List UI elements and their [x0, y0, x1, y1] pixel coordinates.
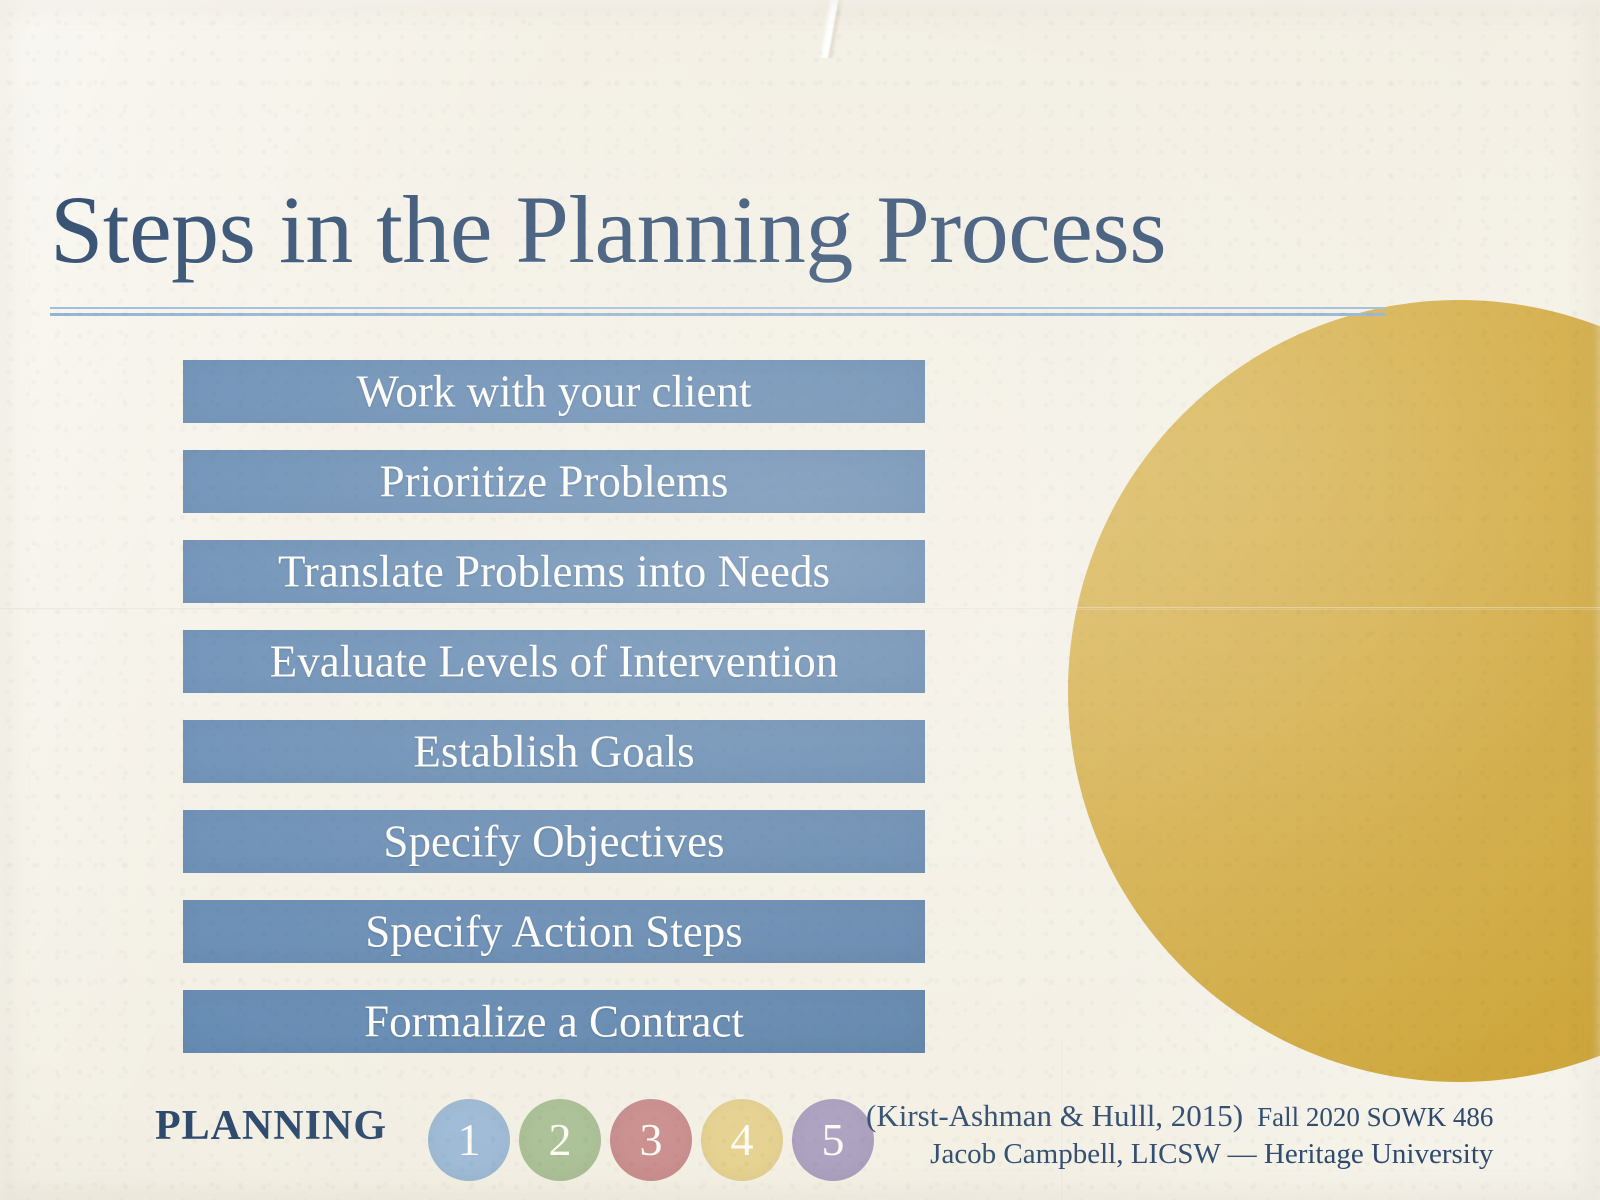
progress-dot-4: 4: [701, 1099, 783, 1181]
slide-canvas: Steps in the Planning Process Work with …: [0, 0, 1600, 1200]
gold-accent-circle: [1068, 300, 1600, 1082]
step-bar: Evaluate Levels of Intervention: [183, 630, 925, 693]
presenter-label: Jacob Campbell, LICSW — Heritage Univers…: [930, 1137, 1494, 1170]
progress-dot-number: 4: [730, 1114, 754, 1165]
progress-dot-2: 2: [519, 1099, 601, 1181]
step-bar: Work with your client: [183, 360, 925, 423]
course-label: Fall 2020 SOWK 486: [1257, 1102, 1494, 1132]
progress-dot-number: 5: [821, 1114, 845, 1165]
step-bar: Formalize a Contract: [183, 990, 925, 1053]
progress-dots: 1 2 3 4 5: [428, 1099, 874, 1181]
title-divider: [50, 307, 1386, 316]
planning-steps-list: Work with your client Prioritize Problem…: [183, 360, 925, 1080]
footer-brand-label: PLANNING: [155, 1103, 388, 1149]
divider-line-bottom: [50, 313, 1386, 316]
step-label: Specify Objectives: [383, 816, 725, 866]
step-bar: Prioritize Problems: [183, 450, 925, 513]
divider-line-top: [50, 307, 1386, 309]
step-bar: Translate Problems into Needs: [183, 540, 925, 603]
step-label: Specify Action Steps: [365, 906, 743, 956]
progress-dot-number: 1: [457, 1114, 481, 1165]
step-label: Evaluate Levels of Intervention: [269, 636, 839, 686]
step-label: Prioritize Problems: [379, 456, 729, 506]
step-label: Formalize a Contract: [364, 996, 744, 1046]
step-label: Establish Goals: [413, 726, 695, 776]
progress-dot-3: 3: [610, 1099, 692, 1181]
progress-dot-5: 5: [792, 1099, 874, 1181]
progress-dot-number: 2: [548, 1114, 572, 1165]
step-bar: Establish Goals: [183, 720, 925, 783]
progress-dot-number: 3: [639, 1114, 663, 1165]
footer-credit-top-row: (Kirst-Ashman & Hulll, 2015) Fall 2020 SO…: [866, 1098, 1493, 1135]
progress-dot-1: 1: [428, 1099, 510, 1181]
footer-credits: (Kirst-Ashman & Hulll, 2015) Fall 2020 SO…: [866, 1098, 1493, 1172]
step-bar: Specify Objectives: [183, 810, 925, 873]
page-title: Steps in the Planning Process: [50, 176, 1167, 284]
paper-tear-top: [806, 0, 858, 58]
step-label: Translate Problems into Needs: [277, 546, 831, 596]
source-citation: (Kirst-Ashman & Hulll, 2015): [866, 1098, 1244, 1133]
step-label: Work with your client: [356, 366, 752, 416]
step-bar: Specify Action Steps: [183, 900, 925, 963]
